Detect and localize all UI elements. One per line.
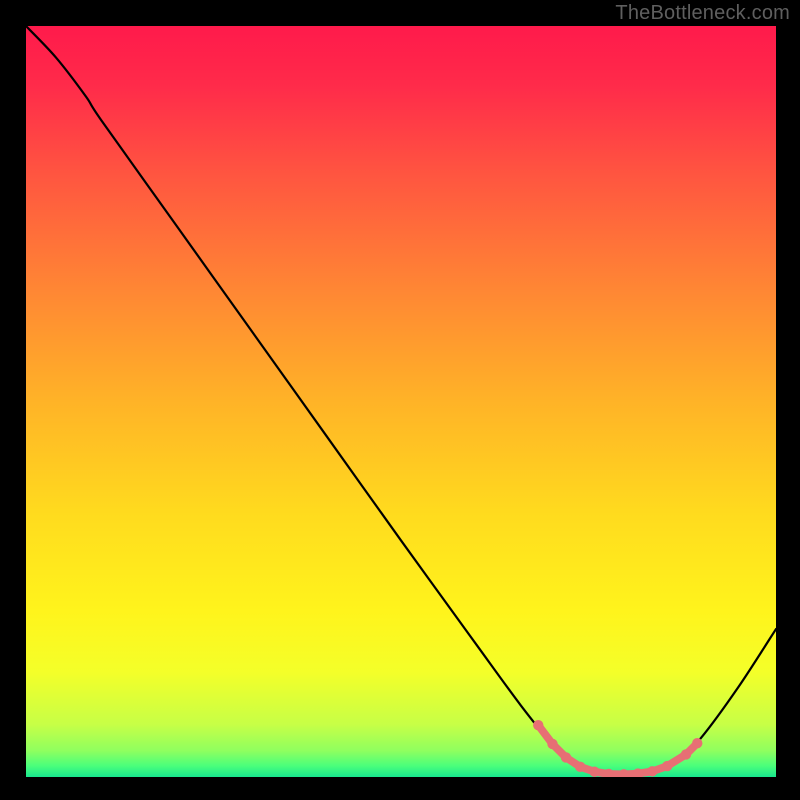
optimal-band-marker <box>561 752 571 762</box>
attribution-label: TheBottleneck.com <box>615 2 790 25</box>
optimal-band-marker <box>662 761 672 771</box>
optimal-band-marker <box>692 738 702 748</box>
optimal-band-marker <box>647 766 657 776</box>
chart-stage: TheBottleneck.com <box>0 0 800 800</box>
optimal-band-marker <box>533 720 543 730</box>
bottleneck-chart <box>26 26 776 777</box>
optimal-band-marker <box>547 739 557 749</box>
optimal-band-marker <box>589 767 599 777</box>
optimal-band-marker <box>681 749 691 759</box>
chart-background <box>26 26 776 777</box>
optimal-band-marker <box>575 762 585 772</box>
